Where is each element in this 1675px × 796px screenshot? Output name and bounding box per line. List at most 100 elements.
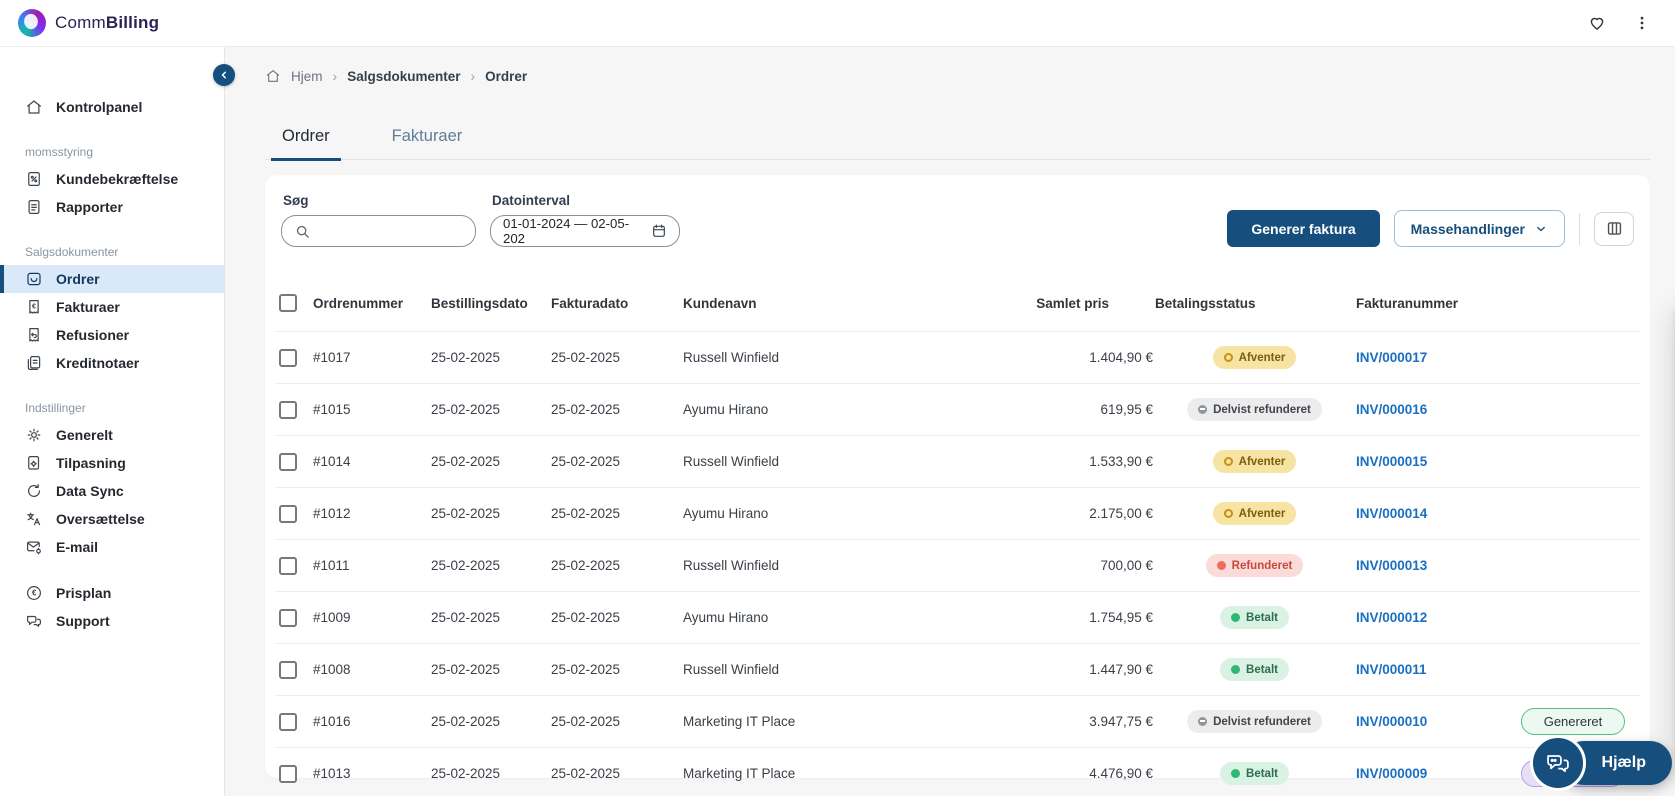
heart-icon[interactable] [1587, 13, 1607, 33]
breadcrumb-item-salgsdokumenter[interactable]: Salgsdokumenter [347, 69, 460, 84]
table-row[interactable]: #1011 25-02-2025 25-02-2025 Russell Winfiel… [275, 539, 1640, 591]
sidebar-item-e-mail[interactable]: E-mail [0, 533, 224, 561]
sidebar-item-fakturaer[interactable]: € Fakturaer [0, 293, 224, 321]
table-row[interactable]: #1016 25-02-2025 25-02-2025 Marketing IT Pl… [275, 695, 1640, 747]
payment-status-cell: Afventer [1153, 346, 1356, 369]
invoice-link[interactable]: INV/000014 [1356, 506, 1427, 521]
table-row[interactable]: #1015 25-02-2025 25-02-2025 Ayumu Hirano 619… [275, 383, 1640, 435]
tab-fakturaer[interactable]: Fakturaer [381, 127, 474, 161]
customer-name-cell: Marketing IT Place [683, 766, 796, 781]
app-brand: CommBilling [18, 9, 159, 37]
invoice-link[interactable]: INV/000016 [1356, 402, 1427, 417]
table-row[interactable]: #1009 25-02-2025 25-02-2025 Ayumu Hirano 1.7… [275, 591, 1640, 643]
column-settings-button[interactable] [1594, 211, 1634, 246]
row-checkbox[interactable] [279, 712, 297, 731]
row-checkbox[interactable] [279, 400, 297, 419]
invoice-number-cell: INV/000012 [1356, 610, 1506, 625]
date-range-value: 01-01-2024 — 02-05-202 [503, 216, 630, 246]
sidebar-item-kreditnotaer[interactable]: Kreditnotaer [0, 349, 224, 377]
order-date-cell: 25-02-2025 [431, 766, 501, 781]
payment-status-badge: Refunderet [1205, 554, 1304, 577]
invoice-date-cell: 25-02-2025 [551, 766, 621, 781]
table-row[interactable]: #1017 25-02-2025 25-02-2025 Russell Winfiel… [275, 331, 1640, 383]
sidebar-section-label: Salgsdokumenter [25, 245, 119, 259]
sidebar-item-support[interactable]: Support [0, 607, 224, 635]
sidebar-item-rapporter[interactable]: Rapporter [0, 193, 224, 221]
invoice-link[interactable]: INV/000011 [1356, 662, 1427, 677]
sidebar-item-label: Kundebekræftelse [56, 171, 179, 187]
column-header-ordrenummer[interactable]: Ordrenummer [313, 296, 431, 311]
table-row[interactable]: #1013 25-02-2025 25-02-2025 Marketing IT Pl… [275, 747, 1640, 796]
sidebar-section-label: Indstillinger [25, 401, 86, 415]
row-checkbox[interactable] [279, 452, 297, 471]
column-header-betalingsstatus[interactable]: Betalingsstatus [1153, 296, 1356, 311]
breadcrumb-item-hjem[interactable]: Hjem [291, 69, 323, 84]
date-range-input[interactable]: 01-01-2024 — 02-05-202 [490, 215, 680, 247]
sidebar-item-prisplan[interactable]: € Prisplan [0, 579, 224, 607]
invoice-link[interactable]: INV/000010 [1356, 714, 1427, 729]
row-checkbox[interactable] [279, 348, 297, 367]
invoice-date-cell: 25-02-2025 [551, 610, 621, 625]
doc-copy-icon [25, 354, 43, 372]
tab-ordrer[interactable]: Ordrer [271, 127, 341, 161]
help-button[interactable]: Hjælp [1529, 735, 1672, 791]
row-checkbox[interactable] [279, 504, 297, 523]
invoice-date-cell: 25-02-2025 [551, 506, 621, 521]
app-logo-icon [18, 9, 46, 37]
table-row[interactable]: #1012 25-02-2025 25-02-2025 Ayumu Hirano 2.1… [275, 487, 1640, 539]
gear-icon [25, 426, 43, 444]
row-checkbox[interactable] [279, 660, 297, 679]
column-header-bestillingsdato[interactable]: Bestillingsdato [431, 296, 551, 311]
invoice-date-cell: 25-02-2025 [551, 558, 621, 573]
invoice-status-chip[interactable]: Genereret [1521, 708, 1625, 735]
sidebar-item-ordrer[interactable]: Ordrer [0, 265, 224, 293]
payment-status-badge: Betalt [1220, 658, 1289, 681]
invoice-link[interactable]: INV/000009 [1356, 766, 1427, 781]
sidebar-item-label: Refusioner [56, 327, 130, 343]
payment-status-badge: Afventer [1212, 502, 1297, 525]
search-input[interactable] [319, 223, 459, 239]
columns-icon [1605, 219, 1624, 238]
sidebar-item-overs-ttelse[interactable]: Oversættelse [0, 505, 224, 533]
invoice-number-cell: INV/000014 [1356, 506, 1506, 521]
invoice-link[interactable]: INV/000013 [1356, 558, 1427, 573]
total-price-cell: 1.754,95 € [1089, 610, 1153, 625]
sidebar-item-kundebekr-ftelse[interactable]: Kundebekræftelse [0, 165, 224, 193]
bulk-actions-button[interactable]: Massehandlinger [1393, 210, 1565, 247]
order-number-cell: #1015 [313, 402, 351, 417]
row-checkbox[interactable] [279, 764, 297, 783]
total-price-cell: 1.447,90 € [1089, 662, 1153, 677]
invoice-number-cell: INV/000010 [1356, 714, 1506, 729]
search-input-box [281, 215, 476, 247]
sidebar-collapse-button[interactable] [213, 64, 235, 86]
orders-card: Søg Datointerval 01-01-2024 — 02-05-202 … [265, 175, 1650, 787]
column-header-kundenavn[interactable]: Kundenavn [683, 296, 1007, 311]
receipt-euro-icon: € [25, 298, 43, 316]
column-header-samlet-pris[interactable]: Samlet pris [1007, 296, 1153, 311]
sidebar-item-data-sync[interactable]: Data Sync [0, 477, 224, 505]
order-number-cell: #1014 [313, 454, 351, 469]
row-checkbox[interactable] [279, 608, 297, 627]
sync-icon [25, 482, 43, 500]
column-header-fakturadato[interactable]: Fakturadato [551, 296, 683, 311]
table-row[interactable]: #1008 25-02-2025 25-02-2025 Russell Winfiel… [275, 643, 1640, 695]
svg-text:€: € [32, 303, 36, 311]
table-row[interactable]: #1014 25-02-2025 25-02-2025 Russell Winfiel… [275, 435, 1640, 487]
sidebar-item-label: Prisplan [56, 585, 112, 601]
sidebar-item-kontrolpanel[interactable]: Kontrolpanel [0, 93, 224, 121]
sidebar-item-tilpasning[interactable]: Tilpasning [0, 449, 224, 477]
customer-name-cell: Russell Winfield [683, 662, 780, 677]
sidebar-item-refusioner[interactable]: Refusioner [0, 321, 224, 349]
row-checkbox[interactable] [279, 556, 297, 575]
payment-status-cell: Betalt [1153, 762, 1356, 785]
translate-icon [25, 510, 43, 528]
select-all-checkbox[interactable] [279, 294, 297, 312]
invoice-link[interactable]: INV/000017 [1356, 350, 1427, 365]
sidebar-item-generelt[interactable]: Generelt [0, 421, 224, 449]
kebab-menu-icon[interactable] [1633, 14, 1651, 32]
table-header-row: Ordrenummer Bestillingsdato Fakturadato Kun… [275, 275, 1640, 331]
invoice-link[interactable]: INV/000012 [1356, 610, 1427, 625]
column-header-fakturanummer[interactable]: Fakturanummer [1356, 296, 1506, 311]
invoice-link[interactable]: INV/000015 [1356, 454, 1427, 469]
generate-invoice-button[interactable]: Generer faktura [1227, 210, 1380, 247]
